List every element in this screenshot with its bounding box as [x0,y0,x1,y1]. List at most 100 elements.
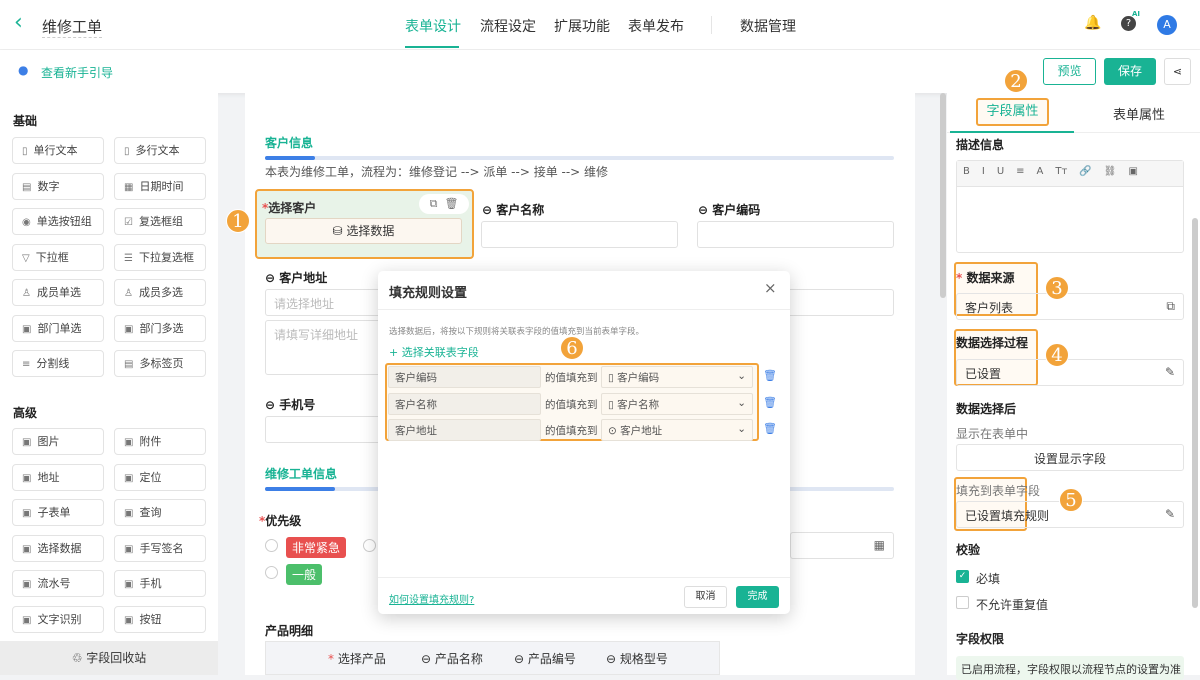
tab-form-design[interactable]: 表单设计 [405,16,461,36]
customer-code-input[interactable] [697,221,894,248]
bell-icon[interactable]: 🔔 [1084,15,1101,31]
edit-icon[interactable]: ✎ [1165,365,1175,379]
component-item[interactable]: ▣ 图片 [12,428,104,455]
toolbar-button[interactable]: B [963,166,970,181]
component-item[interactable]: ▣ 按钮 [114,605,206,633]
phone-input[interactable] [265,416,385,443]
component-label: 部门单选 [37,321,82,335]
divider [378,577,790,578]
no-duplicate-checkbox[interactable] [956,596,969,609]
toolbar-button[interactable]: Tт [1055,166,1067,181]
component-item[interactable]: ▣ 部门多选 [114,314,206,342]
component-item[interactable]: ▣ 查询 [114,499,206,526]
delete-icon[interactable]: 🗑 [763,396,777,409]
copy-delete-icons[interactable]: ⧉ 🗑 [419,194,469,214]
toolbar-button[interactable]: A [1037,166,1044,181]
component-label: 选择数据 [37,541,82,555]
component-item[interactable]: ▤ 数字 [12,172,104,200]
component-item[interactable]: ▣ 定位 [114,463,206,491]
radio-normal[interactable] [265,566,278,579]
toolbar-button[interactable]: 🔗 [1079,166,1091,181]
component-label: 成员单选 [36,286,81,299]
help-icon[interactable]: ? [1121,16,1136,31]
component-label: 下拉框 [35,250,69,264]
toolbar-button[interactable]: ⛓ [1104,166,1117,181]
save-button[interactable]: 保存 [1104,58,1156,85]
component-label: 按钮 [139,612,162,626]
option-urgent[interactable]: 非常紧急 [286,537,347,558]
active-tab-underline [405,46,459,48]
component-item[interactable]: ▣ 手机 [114,570,206,597]
component-item[interactable]: ▣ 部门单选 [12,314,104,342]
toolbar-button[interactable]: ▣ [1128,166,1137,181]
address-detail-input[interactable]: 请填写详细地址 [265,320,385,375]
component-item[interactable]: ♙ 成员多选 [114,279,206,306]
target-field-select[interactable]: ▯ 客户名称 ⌄ [601,392,753,415]
component-item[interactable]: ▣ 子表单 [12,499,104,526]
lightbulb-icon: ● [18,63,29,77]
component-item[interactable]: ▯ 单行文本 [12,137,104,164]
tab-data-management[interactable]: 数据管理 [740,16,796,36]
component-item[interactable]: ≡ 分割线 [12,350,104,377]
tab-publish[interactable]: 表单发布 [628,16,684,36]
select-customer-field[interactable]: *选择客户 ⧉ 🗑 ⛁ 选择数据 [255,189,474,259]
option-normal[interactable]: 一般 [286,564,323,585]
target-field-select[interactable]: ▯ 客户编码 ⌄ [601,366,753,388]
component-item[interactable]: ▦ 日期时间 [114,172,206,200]
radio-urgent[interactable] [265,539,278,552]
required-checkbox[interactable]: ✓ [956,570,969,583]
date-input[interactable]: ▦ [790,532,894,559]
confirm-button[interactable]: 完成 [736,586,779,608]
data-source-input[interactable]: 客户列表 ⧉ [956,293,1184,320]
customer-name-input[interactable] [481,221,678,248]
component-item[interactable]: ◉ 单选按钮组 [12,208,104,235]
cancel-button[interactable]: 取消 [684,586,727,608]
tab-field-properties[interactable]: 字段属性 [976,98,1049,126]
target-field-select[interactable]: ⊙ 客户地址 ⌄ [601,419,753,441]
radio-option[interactable] [363,539,376,552]
component-item[interactable]: ▣ 文字识别 [12,605,104,633]
help-link[interactable]: 如何设置填充规则? [389,591,474,606]
share-icon[interactable]: ⋖ [1164,58,1191,85]
component-item[interactable]: ▣ 手写签名 [114,534,206,562]
rich-text-editor[interactable]: B I U ≡ A Tт 🔗 ⛓ ▣ [956,160,1184,253]
component-item[interactable]: ▯ 多行文本 [114,137,206,164]
tab-extensions[interactable]: 扩展功能 [554,16,610,36]
customer-name-label: ⊖ 客户名称 [482,203,545,217]
form-title[interactable]: 维修工单 [42,16,103,38]
customer-code-label: ⊖ 客户编码 [698,203,761,217]
toolbar-button[interactable]: I [982,166,985,181]
component-item[interactable]: ▣ 选择数据 [12,534,104,562]
copy-icon[interactable]: ⧉ [1166,299,1175,314]
component-item[interactable]: ▣ 流水号 [12,570,104,597]
top-header: ‹ 维修工单 表单设计 流程设定 扩展功能 表单发布 数据管理 🔔 ? AI A [0,0,1200,50]
component-item[interactable]: ♙ 成员单选 [12,279,104,306]
preview-button[interactable]: 预览 [1043,58,1096,85]
advanced-group-title: 高级 [13,406,38,420]
toolbar-button[interactable]: ≡ [1016,166,1024,181]
component-item[interactable]: ▣ 地址 [12,463,104,491]
set-display-fields-button[interactable]: 设置显示字段 [956,444,1184,471]
canvas-scrollbar[interactable] [940,93,946,298]
toolbar-button[interactable]: U [997,166,1004,181]
close-icon[interactable]: × [764,279,777,297]
tab-workflow[interactable]: 流程设定 [480,16,536,36]
tab-form-properties[interactable]: 表单属性 [1113,104,1165,123]
component-item[interactable]: ☰ 下拉复选框 [114,243,206,271]
panel-scrollbar[interactable] [1192,218,1198,608]
avatar[interactable]: A [1157,15,1177,35]
field-recycle-bin[interactable]: ♲ 字段回收站 [0,641,218,675]
guide-link[interactable]: 查看新手引导 [41,64,113,81]
add-related-field-button[interactable]: + 选择关联表字段 [389,344,479,360]
edit-icon[interactable]: ✎ [1165,507,1175,521]
back-icon[interactable]: ‹ [14,10,23,35]
component-item[interactable]: ☑ 复选框组 [114,208,206,235]
selection-process-input[interactable]: 已设置 ✎ [956,359,1184,386]
select-data-button[interactable]: ⛁ 选择数据 [265,218,462,244]
component-icon: ◉ [22,217,31,228]
component-item[interactable]: ▤ 多标签页 [114,350,206,377]
component-item[interactable]: ▽ 下拉框 [12,243,104,271]
delete-icon[interactable]: 🗑 [763,422,777,435]
component-item[interactable]: ▣ 附件 [114,428,206,455]
delete-icon[interactable]: 🗑 [763,369,777,382]
